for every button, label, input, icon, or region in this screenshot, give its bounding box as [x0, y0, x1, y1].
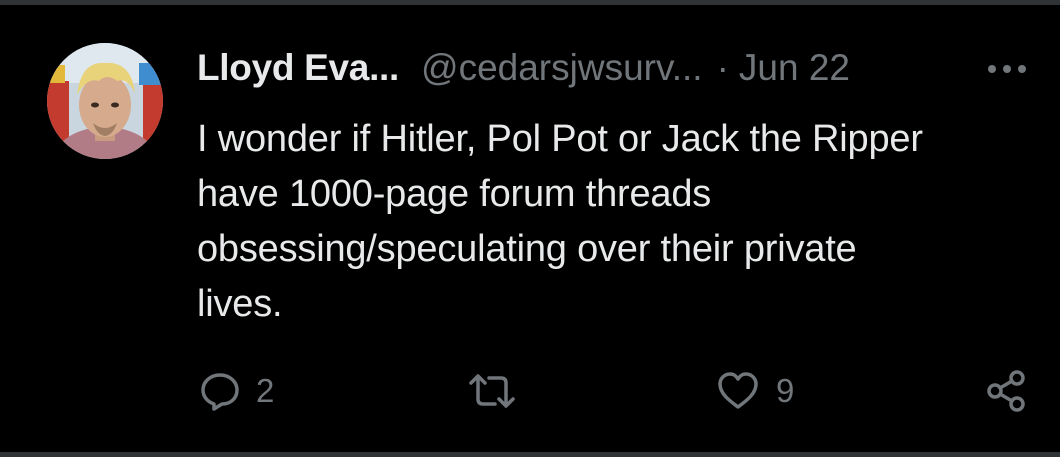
post-date[interactable]: Jun 22	[739, 44, 850, 92]
reply-button[interactable]: 2	[200, 368, 274, 414]
more-button[interactable]	[982, 56, 1032, 82]
share-button[interactable]	[986, 368, 1028, 414]
tweet-header: Lloyd Eva... @cedarsjwsurv... · Jun 22	[197, 44, 850, 92]
header-separator: ·	[716, 47, 729, 88]
avatar-image	[47, 43, 163, 159]
bottom-divider	[0, 452, 1060, 457]
heart-icon	[718, 372, 758, 409]
tweet-text: I wonder if Hitler, Pol Pot or Jack the …	[197, 118, 923, 325]
top-divider	[0, 0, 1060, 5]
avatar[interactable]	[47, 43, 163, 159]
like-button[interactable]: 9	[716, 368, 794, 414]
reply-icon	[201, 373, 239, 411]
reply-count: 2	[256, 372, 275, 409]
author-name[interactable]: Lloyd Eva...	[197, 44, 399, 92]
share-icon	[987, 370, 1025, 412]
retweet-button[interactable]	[467, 368, 533, 414]
author-handle[interactable]: @cedarsjwsurv...	[421, 44, 703, 92]
like-count: 9	[776, 372, 795, 409]
more-dots-icon	[988, 65, 1026, 73]
retweet-icon	[469, 374, 515, 408]
